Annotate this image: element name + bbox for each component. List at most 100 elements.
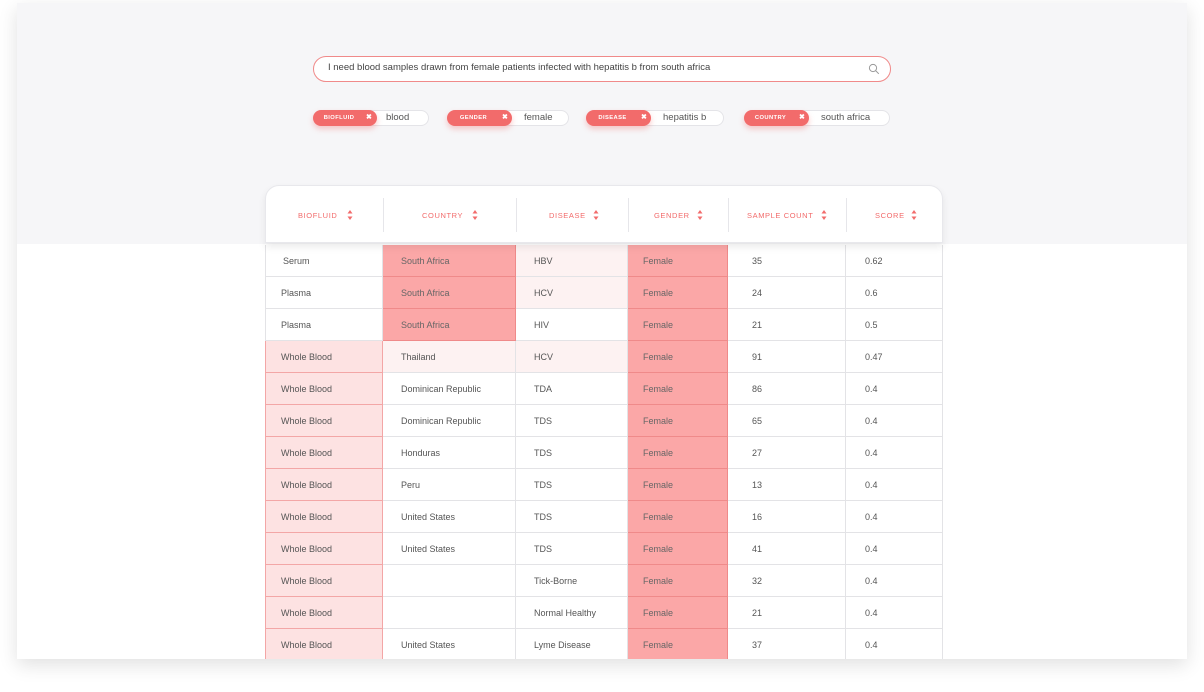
filter-chip[interactable]: COUNTRY ✖	[744, 110, 809, 126]
cell-gender: Female	[628, 469, 728, 501]
cell-score: 0.47	[846, 341, 943, 373]
cell-sample-count: 35	[728, 245, 846, 277]
table-row[interactable]: Plasma South Africa HIV Female 21 0.5	[265, 309, 943, 341]
cell-gender: Female	[628, 597, 728, 629]
remove-filter-icon[interactable]: ✖	[641, 110, 647, 126]
cell-score: 0.4	[846, 405, 943, 437]
cell-disease: Lyme Disease	[516, 629, 628, 659]
cell-biofluid: Plasma	[265, 277, 383, 309]
cell-country: Honduras	[383, 437, 516, 469]
cell-score: 0.4	[846, 437, 943, 469]
table-row[interactable]: Whole Blood Peru TDS Female 13 0.4	[265, 469, 943, 501]
cell-biofluid: Whole Blood	[265, 341, 383, 373]
cell-country: Thailand	[383, 341, 516, 373]
filter-disease: hepatitis b DISEASE ✖	[586, 110, 726, 126]
table-row[interactable]: Whole Blood United States TDS Female 41 …	[265, 533, 943, 565]
cell-sample-count: 24	[728, 277, 846, 309]
remove-filter-icon[interactable]: ✖	[502, 110, 508, 126]
column-title: SCORE	[875, 211, 905, 220]
cell-sample-count: 13	[728, 469, 846, 501]
cell-sample-count: 91	[728, 341, 846, 373]
sort-icon[interactable]	[472, 209, 478, 221]
sort-icon[interactable]	[347, 209, 353, 221]
cell-disease: Normal Healthy	[516, 597, 628, 629]
cell-biofluid: Serum	[265, 245, 383, 277]
filter-chip[interactable]: DISEASE ✖	[586, 110, 651, 126]
cell-gender: Female	[628, 565, 728, 597]
cell-sample-count: 16	[728, 501, 846, 533]
cell-score: 0.4	[846, 501, 943, 533]
sort-icon[interactable]	[697, 209, 703, 221]
cell-score: 0.4	[846, 469, 943, 501]
remove-filter-icon[interactable]: ✖	[366, 110, 372, 126]
cell-disease: TDS	[516, 501, 628, 533]
cell-country: United States	[383, 501, 516, 533]
cell-sample-count: 27	[728, 437, 846, 469]
cell-sample-count: 41	[728, 533, 846, 565]
filter-label: BIOFLUID	[323, 115, 355, 121]
column-header-gender[interactable]: GENDER	[629, 198, 729, 232]
sort-icon[interactable]	[821, 209, 827, 221]
cell-country: South Africa	[383, 277, 516, 309]
column-title: GENDER	[654, 211, 690, 220]
sort-icon[interactable]	[593, 209, 599, 221]
cell-score: 0.5	[846, 309, 943, 341]
table-row[interactable]: Whole Blood Honduras TDS Female 27 0.4	[265, 437, 943, 469]
table-row[interactable]: Whole Blood Tick-Borne Female 32 0.4	[265, 565, 943, 597]
filter-value: female	[524, 112, 553, 123]
column-header-disease[interactable]: DISEASE	[517, 198, 629, 232]
filter-chip[interactable]: GENDER ✖	[447, 110, 512, 126]
cell-score: 0.4	[846, 373, 943, 405]
table-row[interactable]: Whole Blood Dominican Republic TDS Femal…	[265, 405, 943, 437]
column-title: COUNTRY	[422, 211, 464, 220]
search-input[interactable]: I need blood samples drawn from female p…	[328, 62, 710, 73]
cell-biofluid: Whole Blood	[265, 373, 383, 405]
table-row[interactable]: Whole Blood United States TDS Female 16 …	[265, 501, 943, 533]
cell-gender: Female	[628, 373, 728, 405]
cell-country: South Africa	[383, 245, 516, 277]
column-header-biofluid[interactable]: BIOFLUID	[266, 198, 384, 232]
cell-country: Peru	[383, 469, 516, 501]
table-row[interactable]: Whole Blood Normal Healthy Female 21 0.4	[265, 597, 943, 629]
table-row[interactable]: Whole Blood Dominican Republic TDA Femal…	[265, 373, 943, 405]
table-row[interactable]: Whole Blood Thailand HCV Female 91 0.47	[265, 341, 943, 373]
filter-chip[interactable]: BIOFLUID ✖	[313, 110, 377, 126]
cell-country: United States	[383, 533, 516, 565]
cell-disease: HIV	[516, 309, 628, 341]
filter-label: COUNTRY	[754, 115, 787, 121]
search-icon[interactable]	[868, 63, 880, 75]
cell-biofluid: Whole Blood	[265, 565, 383, 597]
cell-score: 0.4	[846, 565, 943, 597]
cell-gender: Female	[628, 277, 728, 309]
filter-value: blood	[386, 112, 410, 123]
table-row[interactable]: Serum South Africa HBV Female 35 0.62	[265, 245, 943, 277]
cell-disease: TDS	[516, 405, 628, 437]
filter-gender: female GENDER ✖	[447, 110, 569, 126]
cell-biofluid: Whole Blood	[265, 437, 383, 469]
table-row[interactable]: Whole Blood United States Lyme Disease F…	[265, 629, 943, 659]
cell-biofluid: Whole Blood	[265, 533, 383, 565]
sort-icon[interactable]	[911, 209, 917, 221]
cell-gender: Female	[628, 501, 728, 533]
cell-country: United States	[383, 629, 516, 659]
column-title: DISEASE	[549, 211, 586, 220]
cell-score: 0.62	[846, 245, 943, 277]
column-header-score[interactable]: SCORE	[847, 198, 944, 232]
filter-label: DISEASE	[598, 115, 627, 121]
cell-biofluid: Whole Blood	[265, 501, 383, 533]
cell-score: 0.6	[846, 277, 943, 309]
column-header-country[interactable]: COUNTRY	[384, 198, 517, 232]
column-title: SAMPLE COUNT	[747, 211, 814, 220]
cell-sample-count: 21	[728, 309, 846, 341]
cell-score: 0.4	[846, 629, 943, 659]
column-header-sample-count[interactable]: SAMPLE COUNT	[729, 198, 847, 232]
cell-biofluid: Whole Blood	[265, 469, 383, 501]
cell-gender: Female	[628, 437, 728, 469]
cell-sample-count: 21	[728, 597, 846, 629]
table-row[interactable]: Plasma South Africa HCV Female 24 0.6	[265, 277, 943, 309]
filter-label: GENDER	[459, 115, 488, 121]
remove-filter-icon[interactable]: ✖	[799, 110, 805, 126]
search-bar[interactable]: I need blood samples drawn from female p…	[313, 56, 891, 82]
cell-gender: Female	[628, 533, 728, 565]
cell-score: 0.4	[846, 597, 943, 629]
